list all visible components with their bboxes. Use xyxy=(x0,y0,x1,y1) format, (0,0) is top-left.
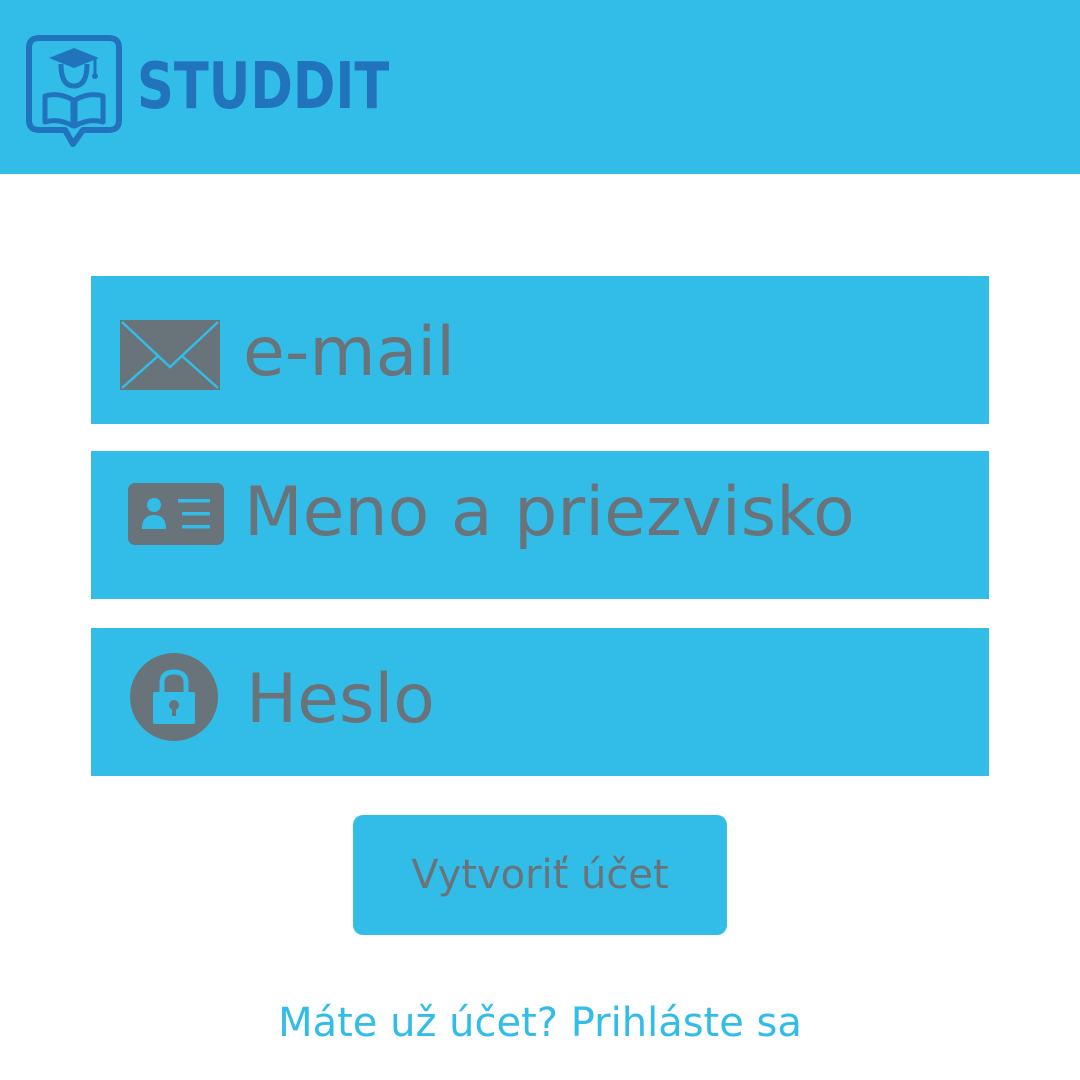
password-placeholder: Heslo xyxy=(246,660,435,739)
password-field[interactable]: Heslo xyxy=(91,628,989,776)
full-name-placeholder: Meno a priezvisko xyxy=(244,473,855,552)
brand-logo[interactable]: STUDDIT xyxy=(25,34,452,148)
full-name-field[interactable]: Meno a priezvisko xyxy=(91,451,989,599)
login-link[interactable]: Máte už účet? Prihláste sa xyxy=(0,1000,1080,1046)
graduate-reading-book-icon xyxy=(26,35,122,147)
id-card-icon xyxy=(128,483,224,545)
email-placeholder: e-mail xyxy=(243,313,456,392)
envelope-icon xyxy=(120,320,220,390)
padlock-icon xyxy=(130,653,218,741)
email-field[interactable]: e-mail xyxy=(91,276,989,424)
app-header: STUDDIT xyxy=(0,0,1080,174)
brand-name: STUDDIT xyxy=(137,50,390,124)
create-account-button[interactable]: Vytvoriť účet xyxy=(353,815,727,935)
